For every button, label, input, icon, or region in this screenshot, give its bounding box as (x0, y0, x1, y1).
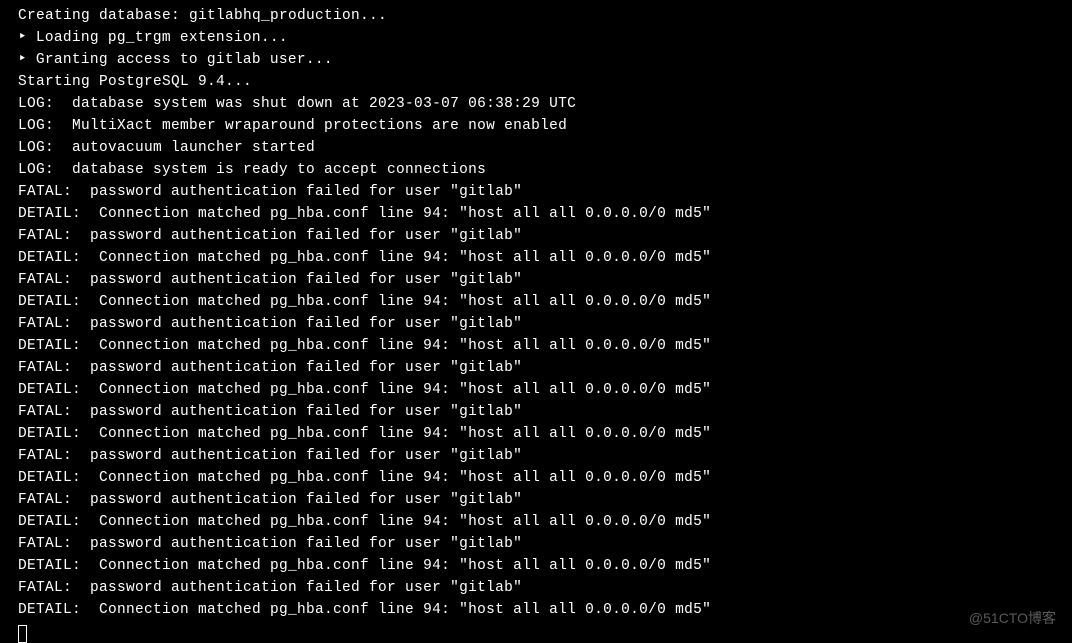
terminal-line: LOG: autovacuum launcher started (18, 137, 1054, 159)
terminal-output[interactable]: Creating database: gitlabhq_production..… (18, 5, 1054, 621)
watermark: @51CTO博客 (969, 607, 1056, 629)
terminal-line: FATAL: password authentication failed fo… (18, 357, 1054, 379)
terminal-line: DETAIL: Connection matched pg_hba.conf l… (18, 203, 1054, 225)
terminal-line: LOG: MultiXact member wraparound protect… (18, 115, 1054, 137)
terminal-line: DETAIL: Connection matched pg_hba.conf l… (18, 511, 1054, 533)
terminal-line: FATAL: password authentication failed fo… (18, 225, 1054, 247)
terminal-line: DETAIL: Connection matched pg_hba.conf l… (18, 335, 1054, 357)
terminal-line: DETAIL: Connection matched pg_hba.conf l… (18, 247, 1054, 269)
terminal-line: DETAIL: Connection matched pg_hba.conf l… (18, 467, 1054, 489)
terminal-line: DETAIL: Connection matched pg_hba.conf l… (18, 555, 1054, 577)
terminal-line: FATAL: password authentication failed fo… (18, 269, 1054, 291)
terminal-line: FATAL: password authentication failed fo… (18, 313, 1054, 335)
terminal-line: ‣ Loading pg_trgm extension... (18, 27, 1054, 49)
terminal-line: DETAIL: Connection matched pg_hba.conf l… (18, 423, 1054, 445)
terminal-line: FATAL: password authentication failed fo… (18, 577, 1054, 599)
terminal-cursor (18, 625, 27, 643)
terminal-line: FATAL: password authentication failed fo… (18, 533, 1054, 555)
terminal-line: LOG: database system is ready to accept … (18, 159, 1054, 181)
terminal-line: LOG: database system was shut down at 20… (18, 93, 1054, 115)
terminal-line: FATAL: password authentication failed fo… (18, 401, 1054, 423)
terminal-line: FATAL: password authentication failed fo… (18, 181, 1054, 203)
terminal-line: Creating database: gitlabhq_production..… (18, 5, 1054, 27)
terminal-line: DETAIL: Connection matched pg_hba.conf l… (18, 291, 1054, 313)
terminal-line: FATAL: password authentication failed fo… (18, 489, 1054, 511)
terminal-line: DETAIL: Connection matched pg_hba.conf l… (18, 379, 1054, 401)
terminal-line: Starting PostgreSQL 9.4... (18, 71, 1054, 93)
terminal-line: FATAL: password authentication failed fo… (18, 445, 1054, 467)
terminal-line: DETAIL: Connection matched pg_hba.conf l… (18, 599, 1054, 621)
terminal-line: ‣ Granting access to gitlab user... (18, 49, 1054, 71)
